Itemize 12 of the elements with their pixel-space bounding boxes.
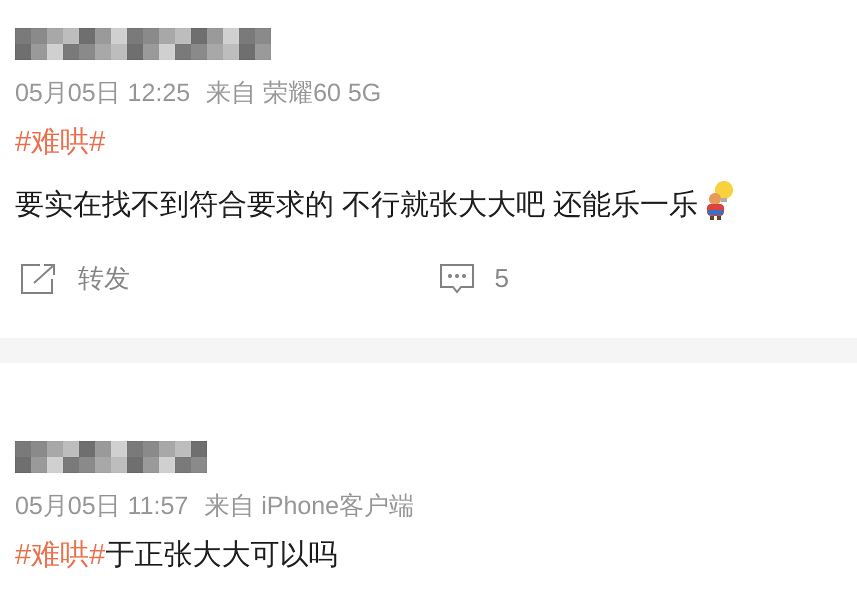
- hashtag-link[interactable]: #难哄#: [15, 539, 106, 571]
- repost-button[interactable]: 转发: [20, 259, 438, 298]
- share-icon: [20, 262, 58, 294]
- comment-button[interactable]: 5: [438, 259, 857, 298]
- post-time: 05月05日 11:57: [15, 491, 188, 522]
- hashtag-link[interactable]: #难哄#: [15, 126, 106, 158]
- post-source: 来自 iPhone客户端: [204, 491, 414, 522]
- post-text: 要实在找不到符合要求的 不行就张大大吧 还能乐一乐: [15, 180, 857, 225]
- post-time: 05月05日 12:25: [15, 78, 190, 109]
- post-source: 来自 荣耀60 5G: [206, 78, 382, 109]
- comment-icon: [438, 262, 474, 294]
- post-text: #难哄#于正张大大可以吗: [15, 538, 338, 573]
